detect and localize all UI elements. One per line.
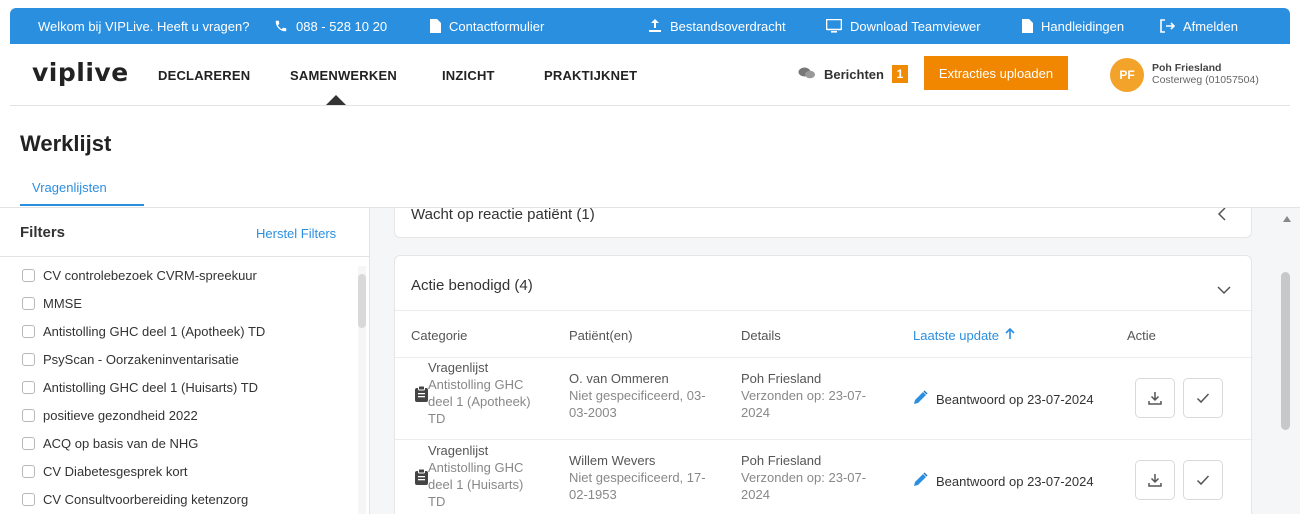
details-cell: Poh Friesland Verzonden op: 23-07- 2024 bbox=[741, 453, 867, 502]
chat-icon bbox=[798, 66, 816, 83]
filter-item[interactable]: Antistolling GHC deel 1 (Huisarts) TD bbox=[22, 380, 258, 395]
nav-praktijknet[interactable]: PRAKTIJKNET bbox=[544, 68, 637, 83]
checkmark-icon bbox=[1196, 393, 1210, 404]
arrow-up-icon bbox=[1005, 327, 1015, 343]
filter-item[interactable]: positieve gezondheid 2022 bbox=[22, 408, 198, 423]
messages-link[interactable]: Berichten bbox=[798, 66, 884, 83]
logout-icon bbox=[1160, 19, 1175, 33]
download-icon bbox=[1148, 474, 1162, 487]
messages-count-badge: 1 bbox=[892, 65, 908, 83]
phone-link[interactable]: 088 - 528 10 20 bbox=[274, 8, 387, 44]
filter-checkbox[interactable] bbox=[22, 493, 35, 506]
filter-checkbox[interactable] bbox=[22, 353, 35, 366]
phone-icon bbox=[274, 19, 288, 33]
sidebar-scrollbar-thumb[interactable] bbox=[358, 274, 366, 328]
filter-item[interactable]: ACQ op basis van de NHG bbox=[22, 436, 198, 451]
contact-form-link[interactable]: Contactformulier bbox=[430, 8, 544, 44]
section-action-required: Actie benodigd (4) Categorie Patiënt(en)… bbox=[394, 255, 1253, 514]
filter-item[interactable]: CV controlebezoek CVRM-spreekuur bbox=[22, 268, 257, 283]
filters-title: Filters bbox=[20, 224, 66, 241]
filter-item[interactable]: CV Consultvoorbereiding ketenzorg bbox=[22, 492, 248, 507]
pencil-icon bbox=[913, 472, 928, 490]
column-header-last-update[interactable]: Laatste update bbox=[913, 327, 1015, 343]
nav-inzicht[interactable]: INZICHT bbox=[442, 68, 495, 83]
column-header-patient[interactable]: Patiënt(en) bbox=[569, 328, 633, 343]
filter-item[interactable]: MMSE bbox=[22, 296, 82, 311]
filter-checkbox[interactable] bbox=[22, 465, 35, 478]
filter-checkbox[interactable] bbox=[22, 297, 35, 310]
viplive-logo[interactable]: viplive bbox=[32, 58, 129, 87]
filters-sidebar: Filters Herstel Filters CV controlebezoe… bbox=[0, 208, 370, 514]
file-transfer-link[interactable]: Bestandsoverdracht bbox=[648, 8, 786, 44]
filter-item[interactable]: PsyScan - Oorzakeninventarisatie bbox=[22, 352, 239, 367]
page-title: Werklijst bbox=[20, 131, 112, 156]
filter-checkbox[interactable] bbox=[22, 437, 35, 450]
document-icon bbox=[1022, 19, 1033, 33]
section-title: Actie benodigd (4) bbox=[411, 277, 533, 294]
user-name: Poh Friesland bbox=[1152, 62, 1222, 74]
checkmark-icon bbox=[1196, 475, 1210, 486]
column-header-action: Actie bbox=[1127, 328, 1156, 343]
header-divider bbox=[395, 357, 1253, 358]
download-icon bbox=[1148, 392, 1162, 405]
download-teamviewer-link[interactable]: Download Teamviewer bbox=[826, 8, 981, 44]
main-navigation: viplive DECLAREREN SAMENWERKEN INZICHT P… bbox=[10, 44, 1290, 106]
avatar[interactable]: PF bbox=[1110, 58, 1144, 92]
clipboard-icon bbox=[415, 385, 428, 407]
document-icon bbox=[430, 19, 441, 33]
filter-item[interactable]: CV Diabetesgesprek kort bbox=[22, 464, 188, 479]
section-divider bbox=[395, 310, 1253, 311]
chevron-down-icon[interactable] bbox=[1217, 282, 1231, 300]
active-tab-underline bbox=[20, 204, 144, 206]
complete-button[interactable] bbox=[1183, 460, 1223, 500]
filter-checkbox[interactable] bbox=[22, 409, 35, 422]
clipboard-icon bbox=[415, 468, 428, 490]
column-header-details[interactable]: Details bbox=[741, 328, 781, 343]
details-cell: Poh Friesland Verzonden op: 23-07- 2024 bbox=[741, 371, 867, 420]
category-cell: Vragenlijst Antistolling GHC deel 1 (Hui… bbox=[428, 443, 524, 509]
app-window: Welkom bij VIPLive. Heeft u vragen? 088 … bbox=[0, 0, 1300, 514]
top-info-bar: Welkom bij VIPLive. Heeft u vragen? 088 … bbox=[10, 8, 1290, 44]
category-cell: Vragenlijst Antistolling GHC deel 1 (Apo… bbox=[428, 360, 531, 426]
nav-samenwerken[interactable]: SAMENWERKEN bbox=[290, 68, 397, 83]
download-button[interactable] bbox=[1135, 378, 1175, 418]
filter-item[interactable]: Antistolling GHC deel 1 (Apotheek) TD bbox=[22, 324, 265, 339]
patient-cell: Willem Wevers Niet gespecificeerd, 17- 0… bbox=[569, 453, 706, 502]
row-divider bbox=[395, 439, 1253, 440]
complete-button[interactable] bbox=[1183, 378, 1223, 418]
monitor-icon bbox=[826, 19, 842, 33]
answered-status: Beantwoord op 23-07-2024 bbox=[913, 390, 1094, 408]
section-title: Wacht op reactie patiënt (1) bbox=[411, 208, 595, 223]
filter-checkbox[interactable] bbox=[22, 381, 35, 394]
user-organization: Costerweg (01057504) bbox=[1152, 74, 1259, 86]
answered-status: Beantwoord op 23-07-2024 bbox=[913, 472, 1094, 490]
filter-checkbox[interactable] bbox=[22, 325, 35, 338]
chevron-left-icon[interactable] bbox=[1217, 208, 1227, 226]
patient-cell: O. van Ommeren Niet gespecificeerd, 03- … bbox=[569, 371, 706, 420]
section-waiting-for-patient[interactable]: Wacht op reactie patiënt (1) bbox=[394, 208, 1252, 238]
main-scrollbar-thumb[interactable] bbox=[1281, 272, 1290, 430]
logout-link[interactable]: Afmelden bbox=[1160, 8, 1238, 44]
upload-extractions-button[interactable]: Extracties uploaden bbox=[924, 56, 1068, 90]
manuals-link[interactable]: Handleidingen bbox=[1022, 8, 1124, 44]
download-button[interactable] bbox=[1135, 460, 1175, 500]
filter-list: CV controlebezoek CVRM-spreekuur MMSE An… bbox=[0, 256, 358, 514]
column-header-category[interactable]: Categorie bbox=[411, 328, 467, 343]
filter-checkbox[interactable] bbox=[22, 269, 35, 282]
scroll-up-arrow[interactable] bbox=[1283, 216, 1291, 222]
worklist-content: Wacht op reactie patiënt (1) Actie benod… bbox=[370, 208, 1300, 514]
pencil-icon bbox=[913, 390, 928, 408]
reset-filters-link[interactable]: Herstel Filters bbox=[256, 226, 336, 241]
upload-icon bbox=[648, 19, 662, 33]
welcome-text: Welkom bij VIPLive. Heeft u vragen? bbox=[38, 18, 250, 34]
nav-declareren[interactable]: DECLAREREN bbox=[158, 68, 250, 83]
tab-vragenlijsten[interactable]: Vragenlijsten bbox=[32, 180, 107, 195]
active-nav-indicator bbox=[326, 95, 346, 105]
